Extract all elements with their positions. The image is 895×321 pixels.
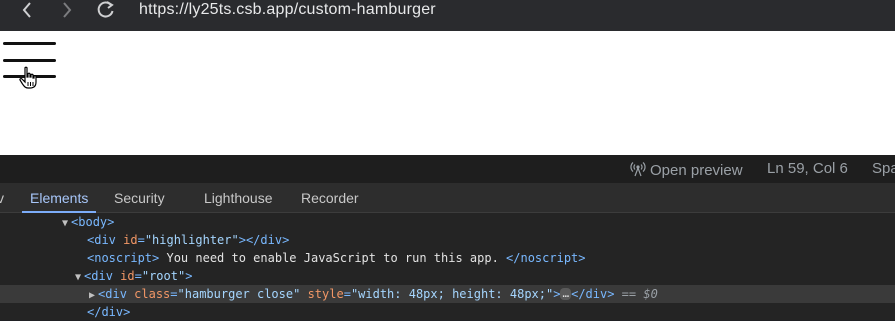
devtools-panel: v Elements Security Lighthouse Recorder …	[0, 183, 895, 320]
tree-node-body[interactable]: ▼ <body>	[0, 213, 895, 231]
tab-security[interactable]: Security	[114, 183, 165, 213]
tree-node-noscript[interactable]: <noscript> You need to enable JavaScript…	[0, 249, 895, 267]
open-preview-label: Open preview	[650, 162, 743, 179]
hand-pointer-cursor-icon	[18, 66, 40, 90]
tree-node-highlighter[interactable]: <div id="highlighter"></div>	[0, 231, 895, 249]
collapsed-triangle-icon[interactable]: ▶	[89, 290, 95, 301]
cursor-position[interactable]: Ln 59, Col 6	[767, 161, 848, 177]
broadcast-icon	[630, 161, 646, 177]
status-partial-item[interactable]: Spa	[872, 161, 895, 177]
tree-node-root-close[interactable]: </div>	[0, 303, 895, 321]
browser-address-bar: https://ly25ts.csb.app/custom-hamburger	[0, 0, 895, 31]
tab-lighthouse[interactable]: Lighthouse	[204, 183, 273, 213]
tab-elements[interactable]: Elements	[21, 183, 97, 213]
open-preview-button[interactable]: Open preview	[630, 161, 743, 179]
elements-tree: ▼ <body> <div id="highlighter"></div> <no…	[0, 213, 895, 320]
collapsed-content-ellipsis[interactable]: …	[560, 288, 572, 300]
expanded-triangle-icon[interactable]: ▼	[62, 218, 68, 229]
tree-node-root[interactable]: ▼ <div id="root">	[0, 267, 895, 285]
hamburger-bar-top	[3, 42, 56, 45]
tab-recorder[interactable]: Recorder	[301, 183, 359, 213]
page-preview	[0, 31, 895, 155]
tree-node-hamburger-selected[interactable]: ▶ <div class="hamburger close" style="wid…	[0, 285, 895, 303]
hamburger-bar-middle	[3, 59, 56, 62]
expanded-triangle-icon[interactable]: ▼	[75, 272, 81, 283]
chevron-left-icon[interactable]	[18, 0, 38, 20]
chevron-right-icon[interactable]	[56, 0, 76, 20]
tab-partial[interactable]: v	[0, 183, 4, 213]
reload-icon[interactable]	[96, 0, 116, 20]
address-bar-url[interactable]: https://ly25ts.csb.app/custom-hamburger	[139, 0, 436, 20]
devtools-tab-bar: v Elements Security Lighthouse Recorder	[0, 183, 895, 213]
editor-status-bar: Open preview Ln 59, Col 6 Spa	[0, 155, 895, 183]
